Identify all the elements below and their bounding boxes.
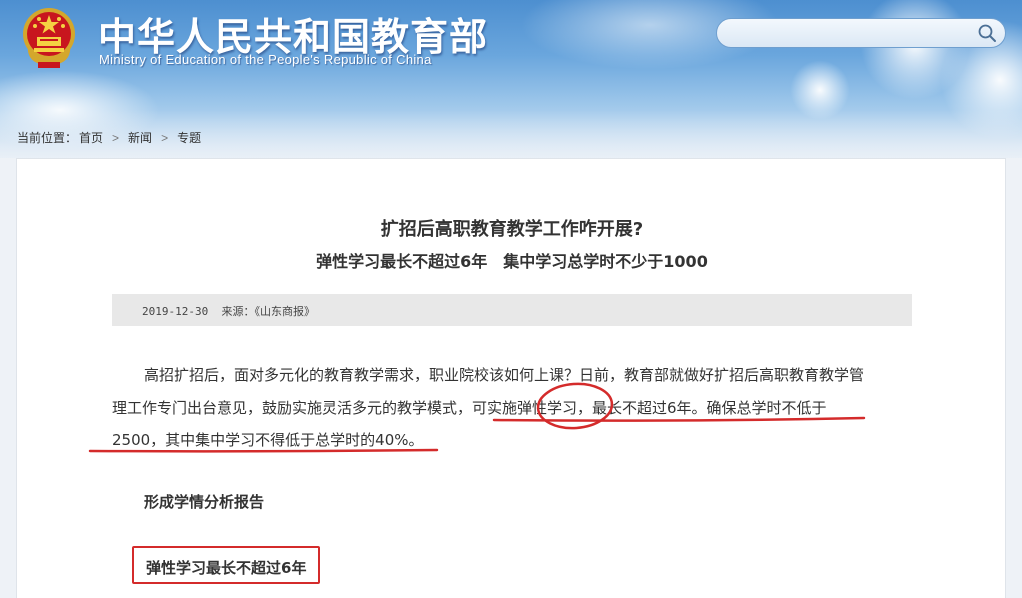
article-title: 扩招后高职教育教学工作咋开展? <box>380 219 644 240</box>
breadcrumb: 当前位置： 首页 > 新闻 > 专题 <box>17 129 201 146</box>
national-emblem-icon[interactable] <box>18 4 80 70</box>
highlighted-heading-box: 弹性学习最长不超过6年 <box>132 546 320 584</box>
article-date: 2019-12-30 <box>142 305 209 318</box>
highlighted-heading: 弹性学习最长不超过6年 <box>146 559 307 577</box>
article-container: 扩招后高职教育教学工作咋开展? 弹性学习最长不超过6年 集中学习总学时不少于10… <box>16 158 1006 598</box>
article-meta-bar: 2019-12-30 来源：《山东商报》 <box>112 294 912 326</box>
breadcrumb-home-link[interactable]: 首页 <box>79 131 103 145</box>
site-subtitle: Ministry of Education of the People's Re… <box>99 52 432 67</box>
paragraph-line: 高招扩招后，面对多元化的教育教学需求，职业院校该如何上课？日前，教育部就做好扩招… <box>144 366 865 384</box>
breadcrumb-news-link[interactable]: 新闻 <box>128 131 152 145</box>
article-source: 来源：《山东商报》 <box>221 305 315 318</box>
search-box[interactable] <box>716 18 1006 48</box>
search-icon[interactable] <box>977 23 997 43</box>
section-heading: 形成学情分析报告 <box>144 493 265 511</box>
article-subtitle: 弹性学习最长不超过6年 集中学习总学时不少于1000 <box>316 252 708 271</box>
chevron-right-icon: > <box>161 131 169 145</box>
paragraph-line: 理工作专门出台意见，鼓励实施灵活多元的教学模式，可实施弹性学习，最长不超过6年。… <box>112 398 827 417</box>
chevron-right-icon: > <box>112 131 120 145</box>
paragraph-line: 2500，其中集中学习不得低于总学时的40%。 <box>112 431 424 449</box>
article-paragraph: 高招扩招后，面对多元化的教育教学需求，职业院校该如何上课？日前，教育部就做好扩招… <box>112 359 914 457</box>
article-meta: 2019-12-30 来源：《山东商报》 <box>142 303 315 319</box>
breadcrumb-label: 当前位置： <box>17 131 78 145</box>
breadcrumb-topic-link[interactable]: 专题 <box>177 131 201 145</box>
search-input[interactable] <box>729 23 969 43</box>
